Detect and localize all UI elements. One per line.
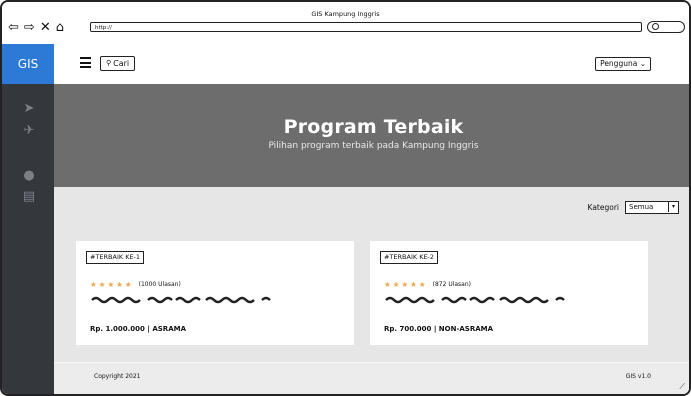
search-label: Cari	[113, 59, 130, 68]
user-menu-label: Pengguna	[600, 59, 638, 68]
copyright: Copyright 2021	[94, 373, 141, 380]
search-icon: ⚲	[106, 59, 112, 67]
program-card[interactable]: #TERBAIK KE-1 ★★★★★ (1000 Ulasan) Rp. 1.…	[76, 241, 354, 345]
browser-search[interactable]	[647, 21, 685, 33]
category-value: Semua	[629, 203, 654, 211]
browser-chrome: GIS Kampung Inggris ⇦ ⇨ ✕ ⌂ http://	[2, 2, 689, 45]
users-icon[interactable]: ●	[22, 169, 36, 183]
resize-handle-icon[interactable]: ⟋	[679, 382, 685, 392]
chevron-down-icon: ⌄	[639, 59, 646, 68]
search-button[interactable]: ⚲ Cari	[100, 56, 136, 71]
home-icon[interactable]: ⌂	[56, 21, 64, 34]
program-price: Rp. 1.000.000 | ASRAMA	[90, 325, 186, 333]
search-icon	[652, 23, 659, 30]
program-name-scribble	[385, 296, 565, 304]
forward-icon[interactable]: ⇨	[24, 21, 35, 34]
user-menu[interactable]: Pengguna ⌄	[595, 57, 651, 71]
browser-nav: ⇦ ⇨ ✕ ⌂	[8, 21, 64, 34]
page-title: Program Terbaik	[283, 116, 464, 138]
review-count: (872 Ulasan)	[432, 281, 472, 288]
browser-window: GIS Kampung Inggris ⇦ ⇨ ✕ ⌂ http:// GIS …	[0, 0, 691, 396]
star-rating-icon: ★★★★★	[384, 280, 428, 289]
footer: Copyright 2021 GIS v1.0	[54, 362, 689, 394]
star-rating-icon: ★★★★★	[90, 280, 134, 289]
program-price: Rp. 700.000 | NON-ASRAMA	[384, 325, 494, 333]
filter-label: Kategori	[587, 203, 619, 212]
program-name-scribble	[91, 296, 271, 304]
app-version: GIS v1.0	[625, 373, 651, 380]
close-icon[interactable]: ✕	[40, 21, 51, 34]
main-content: Kategori Semua ▾ #TERBAIK KE-1 ★★★★★ (10…	[54, 187, 689, 362]
navigation-arrow-icon[interactable]: ➤	[22, 102, 36, 116]
rating: ★★★★★ (872 Ulasan)	[384, 280, 471, 289]
back-icon[interactable]: ⇦	[8, 21, 19, 34]
rocket-icon[interactable]: ✈	[22, 124, 36, 138]
window-title: GIS Kampung Inggris	[311, 10, 380, 18]
brand-logo[interactable]: GIS	[2, 44, 54, 84]
topbar: ⚲ Cari Pengguna ⌄	[54, 44, 689, 85]
review-count: (1000 Ulasan)	[138, 281, 181, 288]
document-icon[interactable]: ▤	[22, 190, 36, 204]
sidebar: GIS ➤ ✈ ● ▤	[2, 44, 54, 394]
category-filter: Kategori Semua ▾	[588, 201, 679, 214]
rank-badge: #TERBAIK KE-2	[380, 251, 439, 264]
hero-banner: Program Terbaik Pilihan program terbaik …	[54, 84, 689, 187]
menu-icon[interactable]	[80, 57, 91, 68]
rank-badge: #TERBAIK KE-1	[86, 251, 145, 264]
rating: ★★★★★ (1000 Ulasan)	[90, 280, 181, 289]
category-select[interactable]: Semua ▾	[625, 201, 679, 214]
chevron-down-icon: ▾	[668, 202, 678, 212]
program-card[interactable]: #TERBAIK KE-2 ★★★★★ (872 Ulasan) Rp. 700…	[370, 241, 648, 345]
page-subtitle: Pilihan program terbaik pada Kampung Ing…	[268, 141, 479, 151]
address-bar[interactable]: http://	[90, 22, 642, 32]
